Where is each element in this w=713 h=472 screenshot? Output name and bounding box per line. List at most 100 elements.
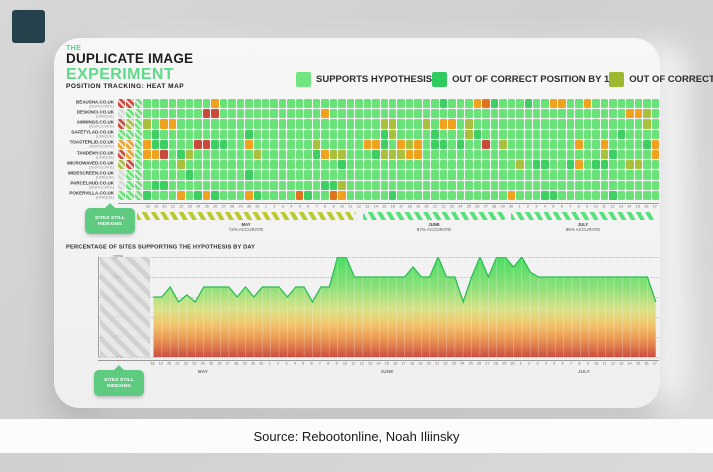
heatmap-cell <box>237 99 244 108</box>
axis-tick-label: 4 <box>287 204 295 210</box>
heatmap-cell <box>194 99 201 108</box>
heatmap-cell <box>491 130 498 139</box>
axis-tick-label: 27 <box>483 361 491 367</box>
heatmap-cell <box>414 140 421 149</box>
heatmap-cell <box>643 99 650 108</box>
page-subtitle: EXPERIMENT <box>66 67 193 84</box>
source-text: Source: Rebootonline, Noah Iliinsky <box>254 429 460 444</box>
heatmap-cell <box>160 99 167 108</box>
heatmap-cell <box>186 140 193 149</box>
heatmap-cell <box>287 99 294 108</box>
axis-tick-label: 12 <box>355 204 363 210</box>
heatmap-cell <box>118 191 125 200</box>
heatmap-cell <box>533 119 540 128</box>
axis-tick-label: 5 <box>299 361 307 367</box>
heatmap-cell <box>508 119 515 128</box>
heatmap-cell <box>270 191 277 200</box>
heatmap-cell <box>440 130 447 139</box>
heatmap-cell <box>203 150 210 159</box>
axis-tick-label: 1 <box>265 361 273 367</box>
heatmap-cell <box>160 160 167 169</box>
heatmap-cell <box>237 191 244 200</box>
y-axis-label: 0% <box>71 354 97 363</box>
heatmap-cell <box>355 109 362 118</box>
heatmap-cell <box>643 130 650 139</box>
heatmap-cell <box>482 150 489 159</box>
heatmap-cell <box>516 109 523 118</box>
legend-swatch <box>609 72 624 87</box>
heatmap-cell <box>516 140 523 149</box>
heatmap-cell <box>237 130 244 139</box>
axis-tick-label: 8 <box>321 204 329 210</box>
heatmap-cell <box>381 191 388 200</box>
heatmap-cell <box>474 160 481 169</box>
heatmap-cell <box>152 181 159 190</box>
heatmap-cell <box>652 109 659 118</box>
axis-tick-label: 7 <box>567 361 575 367</box>
heatmap-cell <box>169 140 176 149</box>
heatmap-cell <box>635 191 642 200</box>
legend-item: OUT OF CORRECT POSITION BY 2 <box>609 72 713 87</box>
legend-swatch <box>296 72 311 87</box>
heatmap-cell <box>465 191 472 200</box>
heatmap-cell <box>169 170 176 179</box>
heatmap-cell <box>491 170 498 179</box>
heatmap-cell <box>372 181 379 190</box>
row-label: DESKINCI.CO.UK(UNIQUE) <box>54 109 116 119</box>
heatmap-cell <box>508 130 515 139</box>
row-label-text: TANDEMY.CO.UK(UNIQUE) <box>52 151 114 160</box>
axis-tick-label: 19 <box>416 361 424 367</box>
heatmap-cell <box>516 150 523 159</box>
axis-tick-label: 29 <box>498 204 506 210</box>
axis-tick-label: 12 <box>608 204 616 210</box>
heatmap-cell <box>177 140 184 149</box>
heatmap-cell <box>431 160 438 169</box>
heatmap-cell <box>296 181 303 190</box>
axis-tick-label: 20 <box>425 361 433 367</box>
heatmap-cell <box>482 191 489 200</box>
heatmap-cell <box>220 99 227 108</box>
axis-tick-label: 22 <box>182 361 190 367</box>
heatmap-cell <box>364 170 371 179</box>
heatmap-cell <box>237 109 244 118</box>
axis-tick-label: 3 <box>279 204 287 210</box>
heatmap-cell <box>389 150 396 159</box>
heatmap-cell <box>220 130 227 139</box>
axis-tick-label: 11 <box>346 204 354 210</box>
heatmap-cell <box>347 109 354 118</box>
heatmap-cell <box>541 140 548 149</box>
axis-tick-label: 15 <box>634 361 642 367</box>
legend-item: SUPPORTS HYPOTHESIS <box>296 72 432 87</box>
heatmap-cell <box>228 140 235 149</box>
heatmap-cell <box>414 150 421 159</box>
heatmap-cell <box>601 181 608 190</box>
heatmap-cell <box>220 140 227 149</box>
heatmap-cell <box>541 170 548 179</box>
heatmap-cell <box>406 170 413 179</box>
axis-tick-label: 11 <box>600 361 608 367</box>
axis-tick-label: 26 <box>215 361 223 367</box>
heatmap-cell <box>618 170 625 179</box>
heatmap-cell <box>296 99 303 108</box>
heatmap-cell <box>414 119 421 128</box>
axis-tick-label: 10 <box>338 204 346 210</box>
heatmap-cell <box>203 181 210 190</box>
area-series <box>99 257 660 357</box>
axis-tick-label: 2 <box>274 361 282 367</box>
heatmap-cell <box>541 99 548 108</box>
heatmap-cell <box>525 109 532 118</box>
accuracy-bars <box>118 212 659 220</box>
heatmap-cell <box>643 140 650 149</box>
heatmap-cell <box>287 150 294 159</box>
heatmap-cell <box>177 181 184 190</box>
heatmap-cell <box>541 109 548 118</box>
month-label: JULY <box>578 369 590 374</box>
heatmap-cell <box>338 191 345 200</box>
heatmap-cell <box>601 191 608 200</box>
heatmap-cell <box>423 130 430 139</box>
heatmap-cell <box>465 130 472 139</box>
area-chart-axis-ticks: 1819202122232425262728293031123456789101… <box>98 361 659 367</box>
heatmap-cell <box>567 109 574 118</box>
heatmap-cell <box>465 99 472 108</box>
heatmap-cell <box>143 119 150 128</box>
